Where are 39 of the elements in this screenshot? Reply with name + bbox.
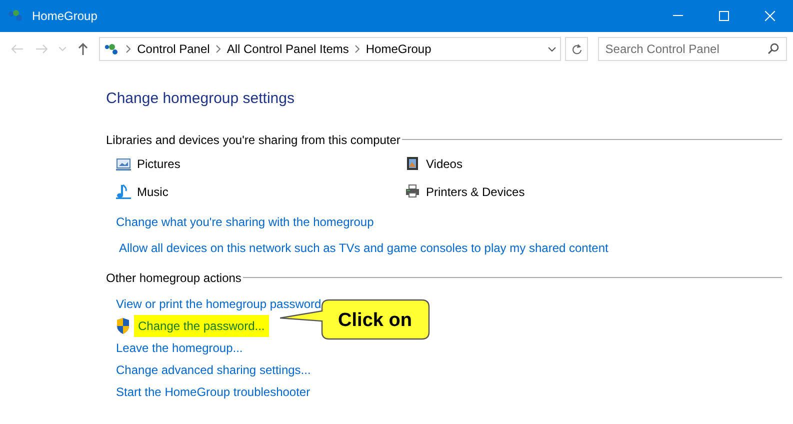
breadcrumb-item[interactable]: Control Panel bbox=[137, 40, 210, 58]
search-field[interactable]: Search Control Panel bbox=[598, 37, 788, 61]
chevron-icon bbox=[126, 45, 132, 53]
section-heading: Libraries and devices you're sharing from this computer bbox=[106, 132, 400, 148]
up-arrow-icon[interactable] bbox=[78, 43, 88, 55]
link[interactable]: Start the HomeGroup troubleshooter bbox=[116, 382, 310, 400]
callout-text: Click on bbox=[338, 310, 412, 331]
maximize-icon[interactable] bbox=[719, 11, 729, 21]
refresh-button[interactable] bbox=[565, 37, 588, 61]
link[interactable]: Change advanced sharing settings... bbox=[116, 360, 311, 378]
homegroup-icon bbox=[8, 9, 24, 23]
search-icon bbox=[768, 43, 780, 54]
refresh-icon bbox=[572, 44, 582, 54]
breadcrumb-item[interactable]: All Control Panel Items bbox=[226, 40, 349, 58]
minimize-icon[interactable] bbox=[673, 15, 683, 17]
homegroup-icon bbox=[104, 43, 120, 55]
link[interactable]: View or print the homegroup password bbox=[116, 294, 322, 312]
library-label: Pictures bbox=[137, 156, 180, 172]
breadcrumb-item[interactable]: HomeGroup bbox=[366, 40, 432, 58]
chevron-icon bbox=[354, 45, 360, 53]
printer-icon bbox=[405, 184, 420, 199]
section-heading: Other homegroup actions bbox=[106, 270, 242, 286]
address-bar[interactable]: Control Panel All Control Panel Items HomeGroup bbox=[99, 37, 562, 61]
library-label: Videos bbox=[426, 156, 462, 172]
link[interactable]: Change what you're sharing with the homegroup bbox=[116, 212, 374, 230]
library-label: Music bbox=[137, 184, 168, 200]
music-note-icon bbox=[116, 184, 131, 199]
link[interactable]: Leave the homegroup... bbox=[116, 338, 243, 356]
page-heading: Change homegroup settings bbox=[106, 89, 296, 109]
film-icon bbox=[405, 156, 420, 171]
link[interactable]: Allow all devices on this network such as TVs and game consoles to play my shared content bbox=[119, 238, 608, 256]
shield-icon bbox=[116, 318, 130, 334]
library-label: Printers & Devices bbox=[426, 184, 525, 200]
chevron-icon bbox=[216, 45, 221, 53]
close-icon[interactable] bbox=[765, 11, 775, 21]
dropdown-icon[interactable] bbox=[548, 46, 556, 52]
picture-library-icon bbox=[116, 156, 131, 171]
link[interactable]: Change the password... bbox=[134, 314, 269, 336]
window-title: HomeGroup bbox=[32, 8, 98, 25]
